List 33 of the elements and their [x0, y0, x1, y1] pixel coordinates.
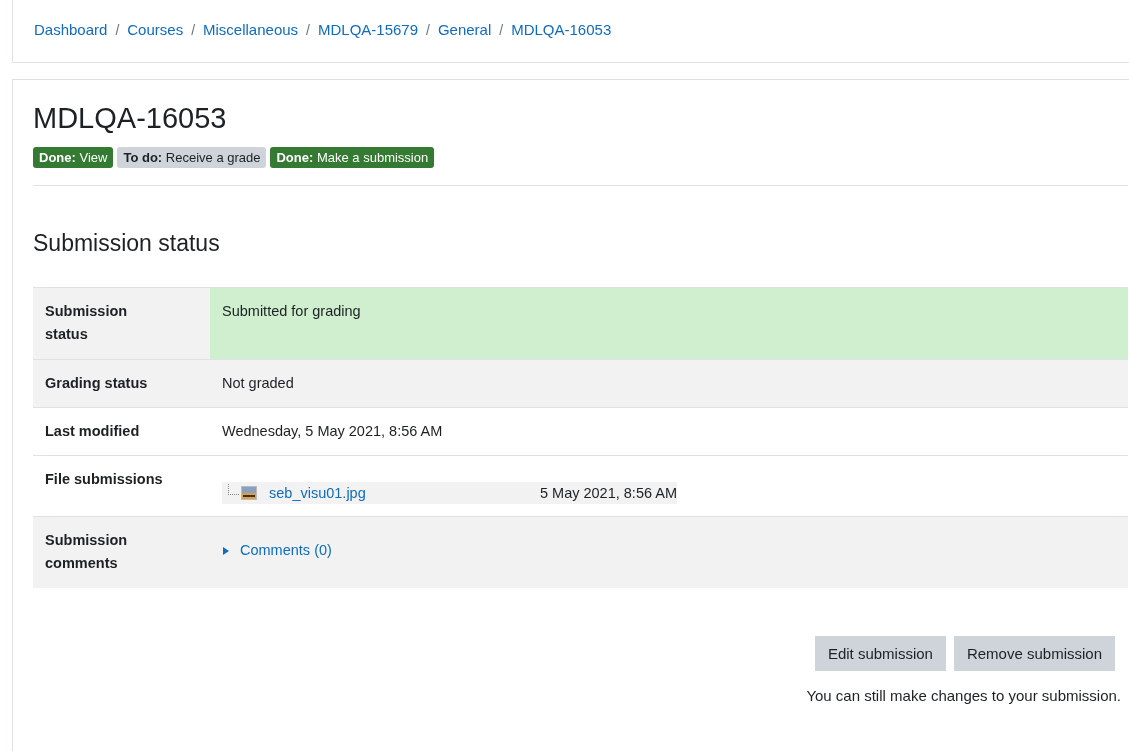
- completion-badge: Done: Make a submission: [270, 147, 435, 168]
- breadcrumb-link[interactable]: MDLQA-15679: [317, 21, 419, 38]
- section-title: Submission status: [33, 230, 221, 257]
- completion-badge: To do: Receive a grade: [117, 147, 267, 168]
- row-label: Submission comments: [45, 532, 128, 571]
- breadcrumb-link[interactable]: Miscellaneous: [203, 21, 299, 38]
- row-label: Last modified: [45, 423, 140, 439]
- page-title: MDLQA-16053: [33, 102, 228, 135]
- file-date: 5 May 2021, 8:56 AM: [539, 483, 677, 503]
- completion-badge: Done: View: [33, 147, 114, 168]
- breadcrumb-separator: /: [426, 21, 430, 38]
- row-label: File submissions: [45, 471, 163, 487]
- comments-link[interactable]: Comments (0): [240, 539, 332, 562]
- cell-value: Not graded: [222, 375, 294, 391]
- breadcrumb-link[interactable]: Courses: [127, 21, 184, 38]
- submission-button[interactable]: Remove submission: [953, 636, 1115, 671]
- breadcrumb-separator: /: [191, 21, 196, 38]
- breadcrumb-separator: /: [499, 21, 504, 38]
- breadcrumb-link[interactable]: Dashboard: [34, 21, 108, 38]
- tree-connector-icon: [228, 483, 239, 495]
- row-label: Grading status: [45, 375, 148, 391]
- info-text: You can still make changes to your submission.: [805, 687, 1122, 704]
- breadcrumb-link[interactable]: General: [437, 21, 492, 38]
- cell-value: Submitted for grading: [222, 303, 361, 319]
- cell-value: Wednesday, 5 May 2021, 8:56 AM: [222, 423, 443, 439]
- file-link[interactable]: seb_visu01.jpg: [269, 481, 540, 505]
- breadcrumb-separator: /: [115, 21, 120, 38]
- image-file-icon: [241, 486, 257, 500]
- row-label: Submission status: [45, 303, 128, 342]
- submission-button[interactable]: Edit submission: [814, 636, 946, 671]
- caret-icon[interactable]: [222, 545, 230, 556]
- breadcrumb-separator: /: [306, 21, 310, 38]
- breadcrumb-link[interactable]: MDLQA-16053: [511, 21, 612, 38]
